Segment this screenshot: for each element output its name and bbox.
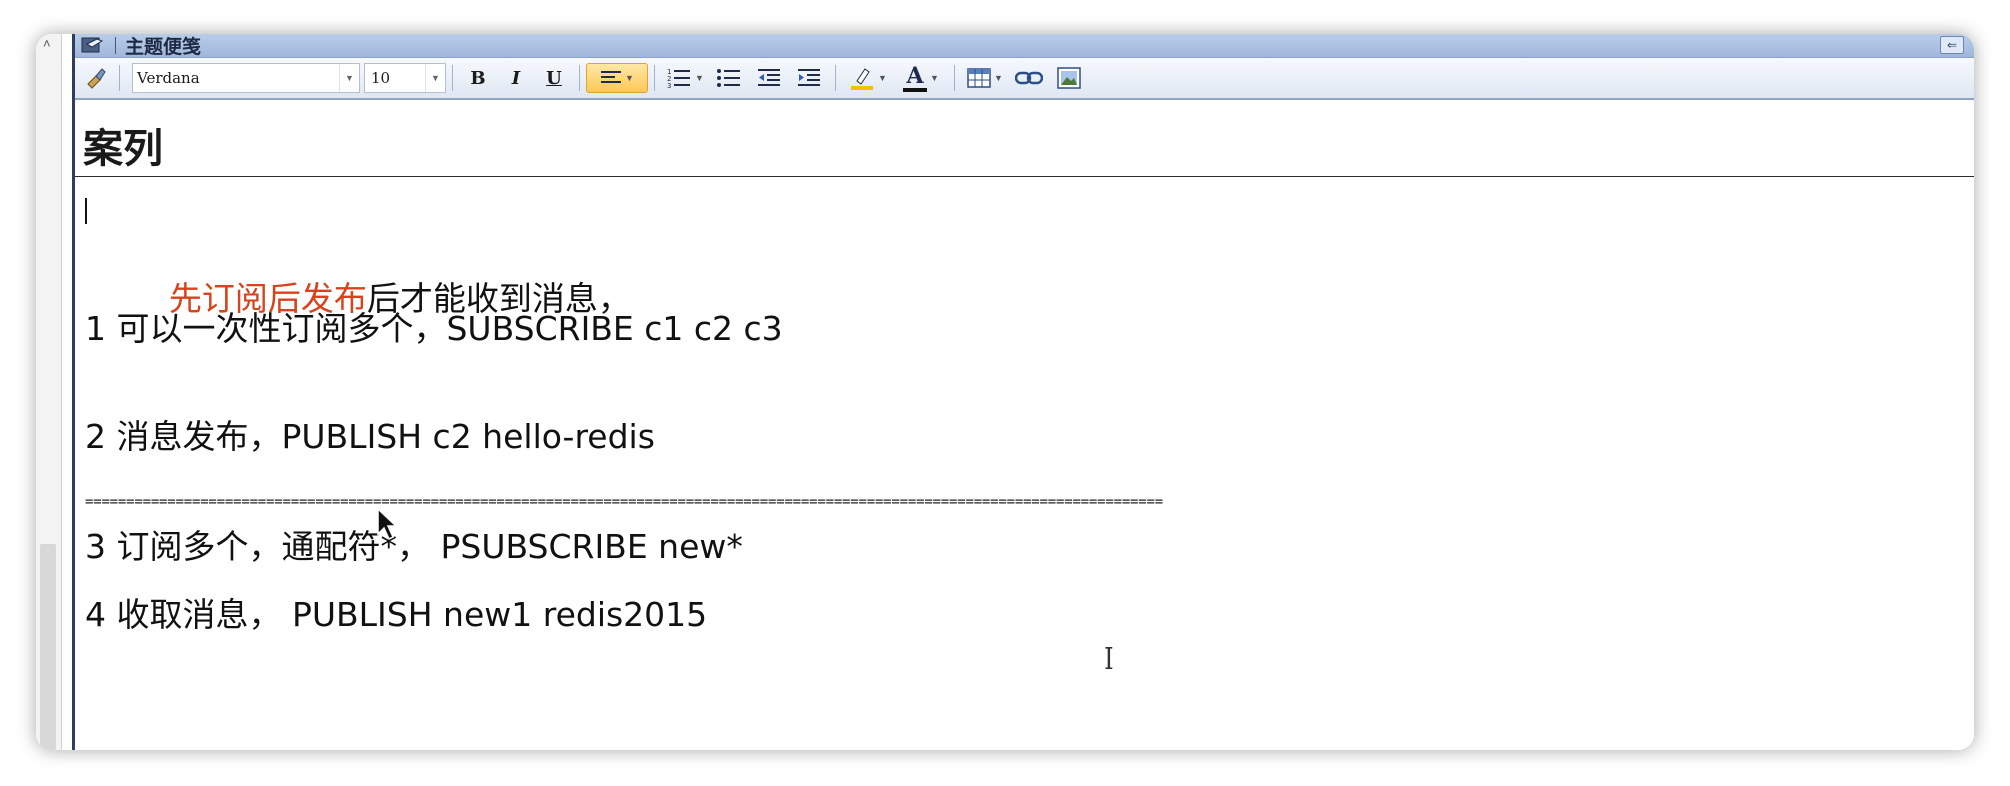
italic-button[interactable]: I [497,63,535,93]
chevron-down-icon[interactable]: ▼ [425,64,445,92]
toolbar-separator [579,65,580,91]
font-color-icon: A [906,62,924,89]
note-editor: 主题便笺 ⇐ Verdana ▼ 10 ▼ B I U ▼ 1 2 3 ▼ ▼ … [72,34,1974,750]
bold-icon: B [470,67,486,89]
gutter [62,34,72,750]
image-button[interactable] [1049,63,1089,93]
toolbar-separator [654,65,655,91]
chevron-down-icon[interactable]: ▼ [878,73,887,83]
text-line-2: 1 可以一次性订阅多个，SUBSCRIBE c1 c2 c3 [85,309,783,348]
font-color-swatch [903,87,928,92]
clear-format-icon[interactable] [79,63,113,93]
collapse-icon[interactable]: ⇐ [1940,36,1964,54]
mouse-pointer-icon [377,508,398,541]
chevron-down-icon[interactable]: ▼ [339,64,359,92]
editor-content[interactable]: 案列 先订阅后发布后才能收到消息， 1 可以一次性订阅多个，SUBSCRIBE … [75,102,1974,750]
align-left-icon [601,71,622,83]
toolbar-separator [954,65,955,91]
table-button[interactable]: ▼ [961,63,1009,93]
text-line-3: 2 消息发布，PUBLISH c2 hello-redis [85,417,655,456]
font-color-button[interactable]: A ▼ [894,63,948,93]
font-size-select[interactable]: 10 ▼ [364,63,446,93]
font-family-value: Verdana [137,69,200,87]
page-title: 案列 [83,126,163,172]
underline-icon: U [546,67,562,89]
link-button[interactable] [1009,63,1049,93]
align-left-button[interactable]: ▼ [586,63,648,93]
chevron-down-icon[interactable]: ▼ [994,73,1003,83]
italic-icon: I [511,67,521,89]
app-window: ˄ 主题便笺 ⇐ Verdana ▼ 10 ▼ B I U ▼ 1 2 3 ▼ … [36,34,1974,750]
highlight-button[interactable]: ▼ [842,63,894,93]
left-scrollbar[interactable]: ˄ [36,34,62,750]
separator-line: ========================================… [85,494,1163,510]
text-line-5: 4 收取消息， PUBLISH new1 redis2015 [85,595,708,634]
toolbar-separator [119,65,120,91]
indent-icon [798,69,820,86]
link-icon [1015,71,1043,85]
note-icon[interactable] [79,35,107,55]
indent-button[interactable] [789,63,829,93]
scrollbar-thumb[interactable] [40,544,56,750]
image-icon [1057,67,1081,89]
format-toolbar: Verdana ▼ 10 ▼ B I U ▼ 1 2 3 ▼ ▼ A ▼ ▼ [75,58,1974,100]
title-separator [115,37,116,54]
window-title: 主题便笺 [125,36,202,58]
text-caret [85,198,87,224]
outdent-icon [758,69,780,86]
toolbar-separator [452,65,453,91]
numbered-list-icon: 1 2 3 [667,68,691,89]
toolbar-separator [835,65,836,91]
table-icon [967,68,991,88]
highlight-icon [851,68,874,90]
font-size-value: 10 [371,69,391,87]
text-line-4: 3 订阅多个，通配符*， PSUBSCRIBE new* [85,527,743,566]
scroll-up-icon[interactable]: ˄ [43,36,51,51]
underline-button[interactable]: U [535,63,573,93]
font-family-select[interactable]: Verdana ▼ [132,63,360,93]
editor-title-bar: 主题便笺 ⇐ [75,34,1974,58]
text-cursor-icon: I [1104,642,1114,677]
chevron-down-icon[interactable]: ▼ [695,73,704,83]
bold-button[interactable]: B [459,63,497,93]
bullet-list-icon [717,69,740,87]
heading-divider [75,176,1974,177]
svg-text:3: 3 [667,82,671,89]
chevron-down-icon[interactable]: ▼ [930,73,939,83]
numbered-list-button[interactable]: 1 2 3 ▼ [661,63,709,93]
outdent-button[interactable] [749,63,789,93]
bullet-list-button[interactable] [709,63,749,93]
chevron-down-icon[interactable]: ▼ [625,73,634,83]
